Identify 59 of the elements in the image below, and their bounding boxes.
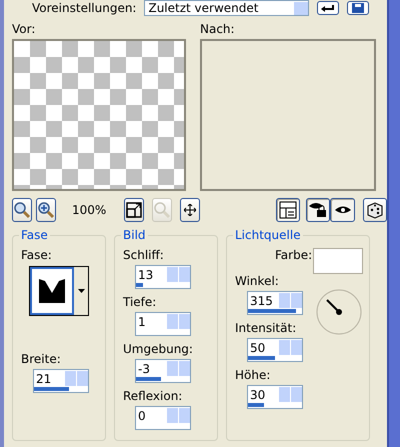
toggle-button[interactable]	[276, 198, 300, 222]
presets-dropdown[interactable]: Zuletzt verwendet	[144, 0, 310, 16]
zoom-in-button[interactable]	[36, 198, 56, 222]
field-label: Winkel:	[235, 274, 280, 288]
spin-field[interactable]: 1	[135, 312, 191, 336]
resize-icon	[125, 201, 144, 219]
dropdown-arrow-icon[interactable]	[78, 289, 84, 293]
field-label: Schliff:	[123, 248, 165, 262]
preview-label: Vor:	[12, 22, 36, 36]
spin-arrows-icon[interactable]	[167, 361, 178, 376]
spin-arrows-icon[interactable]	[167, 408, 178, 423]
presets-label: Voreinstellungen:	[32, 1, 136, 15]
spin-arrows-icon[interactable]	[279, 340, 290, 355]
zoom-out-button[interactable]	[12, 198, 32, 222]
spin-arrows-icon[interactable]	[279, 293, 290, 308]
spin-field[interactable]: 13	[135, 265, 191, 289]
field-label: Umgebung:	[123, 342, 194, 356]
toggle-button[interactable]	[306, 198, 330, 222]
field-label: Fase:	[21, 248, 53, 262]
field-label: Höhe:	[235, 368, 272, 382]
tool-button[interactable]	[180, 198, 200, 222]
toggle-button[interactable]	[362, 198, 388, 222]
magnifier-icon	[153, 201, 172, 219]
group-title: Fase	[19, 228, 50, 242]
field-label: Breite:	[21, 352, 62, 366]
spin-field[interactable]: 30	[247, 385, 303, 409]
spin-arrows-icon[interactable]	[167, 314, 178, 329]
undo-arrow-icon	[321, 4, 336, 12]
toggle-button[interactable]	[330, 198, 355, 222]
spin-field[interactable]: 21	[33, 369, 89, 393]
group-title: Lichtquelle	[233, 228, 303, 242]
zoom-level: 100%	[72, 203, 106, 217]
angle-dial[interactable]	[315, 288, 363, 336]
magnifier-icon	[13, 201, 31, 219]
tool-button[interactable]	[124, 198, 144, 222]
eye-icon	[334, 204, 352, 216]
bevel-shape-icon	[39, 279, 65, 303]
color-swatch[interactable]	[313, 248, 363, 274]
zoom-in-icon	[37, 201, 55, 219]
field-label: Reflexion:	[123, 389, 184, 403]
spin-arrows-icon[interactable]	[279, 387, 290, 402]
spin-arrows-icon[interactable]	[65, 371, 76, 386]
spin-arrows-icon[interactable]	[167, 267, 178, 282]
field-label: Intensität:	[235, 321, 298, 335]
dice-icon	[366, 201, 384, 219]
spin-field[interactable]: 50	[247, 338, 303, 362]
eye-lock-icon	[308, 201, 328, 219]
preview-label: Nach:	[200, 22, 236, 36]
reset-button[interactable]	[317, 1, 340, 15]
field-label: Farbe:	[275, 248, 312, 262]
field-label: Tiefe:	[123, 295, 158, 309]
move-icon	[184, 204, 196, 216]
spin-field[interactable]: -3	[135, 359, 191, 383]
spin-field[interactable]: 315	[247, 291, 303, 315]
layout-icon	[278, 201, 297, 219]
save-button[interactable]	[347, 1, 370, 15]
group-title: Bild	[121, 228, 148, 242]
spin-field[interactable]: 0	[135, 406, 191, 430]
bevel-selector[interactable]	[29, 266, 89, 316]
